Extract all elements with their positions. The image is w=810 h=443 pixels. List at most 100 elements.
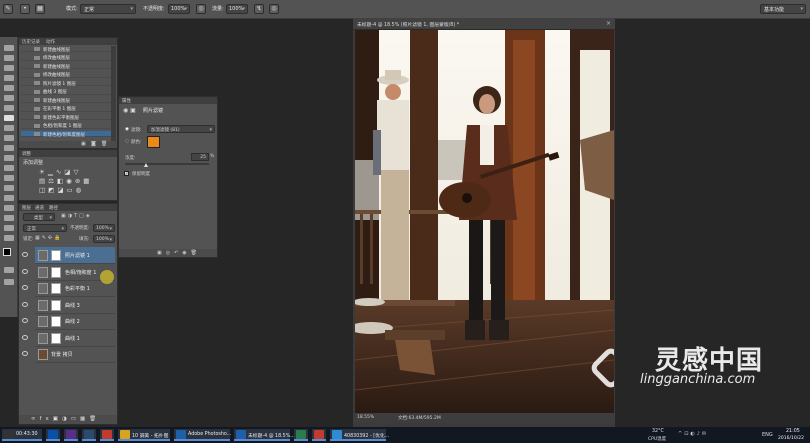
airbrush-icon[interactable]: ↯ bbox=[254, 4, 264, 14]
brightness-icon[interactable]: ☀ bbox=[39, 168, 48, 176]
history-scrollbar[interactable] bbox=[111, 46, 116, 142]
doc-size-readout[interactable]: 文档:63.4M/595.2M bbox=[398, 415, 441, 421]
history-item[interactable]: 新建曲线图层 bbox=[21, 46, 115, 53]
pressure-opacity-icon[interactable]: ◎ bbox=[196, 4, 206, 14]
hue-saturation-icon[interactable]: ▤ bbox=[39, 177, 48, 185]
tab-adjustments[interactable]: 调整 bbox=[22, 151, 31, 157]
taskbar-app-button[interactable]: Adobe Photosho... bbox=[174, 429, 231, 441]
visibility-eye-icon[interactable] bbox=[22, 351, 28, 356]
move-tool-icon[interactable] bbox=[4, 45, 14, 51]
color-radio[interactable]: ○ bbox=[125, 139, 129, 144]
clock-date[interactable]: 2016/10/22 bbox=[778, 436, 804, 441]
foreground-color-swatch[interactable] bbox=[3, 248, 11, 256]
layer-row[interactable]: 背景 拷贝 bbox=[22, 346, 115, 363]
tab-history[interactable]: 历史记录 bbox=[22, 39, 40, 45]
trash-icon[interactable]: 🗑 bbox=[101, 141, 107, 147]
visibility-eye-icon[interactable] bbox=[22, 268, 28, 274]
flow-field[interactable]: 100% bbox=[226, 4, 248, 14]
taskbar-app-button[interactable]: 未标题-4 @ 18.5%... bbox=[234, 429, 295, 441]
density-slider-thumb[interactable] bbox=[143, 163, 148, 167]
black-white-icon[interactable]: ◧ bbox=[57, 177, 66, 185]
workspace-select[interactable]: 基本功能 bbox=[760, 4, 806, 14]
history-item[interactable]: 修改曲线图层 bbox=[21, 55, 115, 61]
density-field[interactable]: 25 bbox=[191, 153, 209, 161]
eraser-tool-icon[interactable] bbox=[4, 145, 14, 151]
layer-opacity-field[interactable]: 100% bbox=[93, 224, 115, 232]
pressure-size-icon[interactable]: ◎ bbox=[269, 4, 279, 14]
properties-footer-icons[interactable]: ▣◎↶◉🗑 bbox=[157, 250, 201, 256]
tab-paths[interactable]: 路径 bbox=[49, 205, 58, 211]
brush-preset-icon[interactable]: • bbox=[20, 4, 30, 14]
history-item[interactable]: 照片滤镜 1 图层 bbox=[21, 80, 115, 87]
tab-channels[interactable]: 通道 bbox=[35, 205, 44, 211]
quick-mask-icon[interactable] bbox=[4, 267, 14, 273]
taskbar-app-button[interactable] bbox=[294, 429, 308, 441]
ime-indicator[interactable]: ENG bbox=[762, 432, 773, 438]
taskbar-app-button[interactable] bbox=[64, 429, 78, 441]
layer-kind-filter[interactable]: 类型 bbox=[23, 213, 55, 221]
levels-icon[interactable]: ▁ bbox=[48, 168, 56, 176]
posterize-icon[interactable]: ◩ bbox=[48, 186, 57, 194]
history-brush-tool-icon[interactable] bbox=[4, 135, 14, 141]
zoom-readout[interactable]: 18.55% bbox=[357, 415, 374, 420]
opacity-field[interactable]: 100% bbox=[168, 4, 190, 14]
brush-tool-icon[interactable]: ✎ bbox=[3, 4, 13, 14]
layer-mask-thumbnail[interactable] bbox=[51, 283, 61, 294]
layer-mask-thumbnail[interactable] bbox=[51, 266, 61, 278]
photo-filter-icon[interactable]: ◉ bbox=[66, 177, 75, 185]
visibility-eye-icon[interactable] bbox=[22, 285, 28, 290]
visibility-eye-icon[interactable] bbox=[22, 252, 28, 257]
invert-icon[interactable]: ◫ bbox=[39, 186, 48, 194]
density-slider-track[interactable] bbox=[125, 163, 209, 165]
history-item[interactable]: 新建色彩平衡图层 bbox=[21, 114, 115, 121]
brush-panel-icon[interactable]: ▦ bbox=[35, 4, 45, 14]
mode-select[interactable]: 正常 bbox=[80, 4, 136, 14]
clock-time[interactable]: 21:05 bbox=[786, 429, 800, 434]
stamp-tool-icon[interactable] bbox=[4, 125, 14, 131]
history-item[interactable]: 曲线 3 图层 bbox=[21, 89, 115, 95]
taskbar-app-button[interactable] bbox=[46, 429, 60, 441]
selective-color-icon[interactable]: ◍ bbox=[76, 186, 85, 194]
healing-tool-icon[interactable] bbox=[4, 105, 14, 111]
close-icon[interactable]: × bbox=[606, 20, 611, 27]
taskbar-app-button[interactable]: 00:43:30 bbox=[2, 429, 42, 441]
taskbar-app-button[interactable] bbox=[312, 429, 326, 441]
canvas-photo[interactable] bbox=[355, 30, 614, 413]
layer-row[interactable]: 照片滤镜 1 bbox=[22, 247, 115, 264]
history-item[interactable]: 在彩平衡 1 图层 bbox=[21, 106, 115, 112]
tab-actions[interactable]: 动作 bbox=[46, 39, 55, 45]
history-item[interactable]: 新建曲线图层 bbox=[21, 63, 115, 70]
taskbar-app-button[interactable]: 40830392 - [优化... bbox=[330, 429, 389, 441]
history-item[interactable]: 色相/饱和度 1 图层 bbox=[21, 123, 115, 129]
layer-row[interactable]: 曲线 1 bbox=[22, 330, 115, 347]
visibility-eye-icon[interactable] bbox=[22, 334, 28, 340]
history-item[interactable]: 新建曲线图层 bbox=[21, 97, 115, 104]
layer-mask-thumbnail[interactable] bbox=[51, 250, 61, 261]
quick-select-tool-icon[interactable] bbox=[4, 75, 14, 81]
layer-footer-icons[interactable]: ∞fx▣◑▭▦🗑 bbox=[31, 416, 100, 422]
tray-icons[interactable]: ^⊡◐♪✉ bbox=[678, 431, 708, 437]
color-balance-icon[interactable]: ⚖ bbox=[48, 177, 57, 185]
blend-mode-select[interactable]: 正常 bbox=[23, 224, 67, 232]
layer-mask-thumbnail[interactable] bbox=[51, 332, 61, 344]
visibility-eye-icon[interactable] bbox=[22, 318, 28, 323]
gradient-tool-icon[interactable] bbox=[4, 155, 14, 161]
layer-row[interactable]: 曲线 3 bbox=[22, 297, 115, 314]
history-item[interactable]: 新建色相/饱和度图层 bbox=[21, 131, 115, 138]
lasso-tool-icon[interactable] bbox=[4, 65, 14, 71]
filter-select[interactable]: 加温滤镜 (81) bbox=[147, 125, 215, 133]
vibrance-icon[interactable]: ▽ bbox=[73, 168, 81, 176]
document-tab[interactable]: 未标题-4 @ 18.5% (照片滤镜 1, 图层蒙版/8) * × bbox=[353, 18, 615, 30]
new-snapshot-icon[interactable]: ▣ bbox=[81, 141, 86, 147]
taskbar-app-button[interactable] bbox=[82, 429, 96, 441]
layer-mask-thumbnail[interactable] bbox=[51, 299, 61, 311]
brush-tool-icon[interactable] bbox=[4, 115, 14, 121]
color-lookup-icon[interactable]: ▦ bbox=[83, 177, 92, 185]
screen-mode-icon[interactable] bbox=[4, 279, 14, 285]
fill-field[interactable]: 100% bbox=[93, 235, 115, 243]
preserve-luminosity-checkbox[interactable]: ✓ bbox=[124, 171, 129, 176]
layer-mask-thumbnail[interactable] bbox=[51, 316, 61, 327]
zoom-tool-icon[interactable] bbox=[4, 235, 14, 241]
taskbar-app-button[interactable] bbox=[100, 429, 114, 441]
marquee-tool-icon[interactable] bbox=[4, 55, 14, 61]
